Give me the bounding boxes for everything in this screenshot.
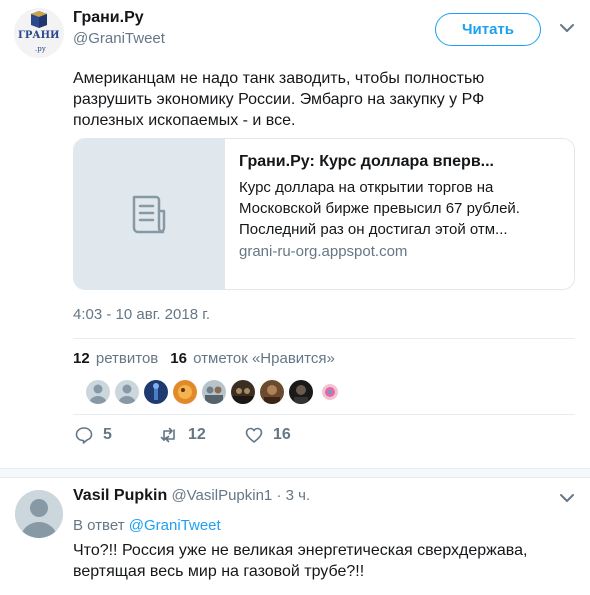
reply-more-chevron-icon[interactable] [559,490,575,506]
reply-header: Vasil Pupkin @VasilPupkin1 · 3 ч. [73,487,310,505]
likes-stat[interactable]: 16 отметок «Нравится» [170,350,335,367]
author-name[interactable]: Грани.Ру [73,9,144,27]
likes-label: отметок «Нравится» [193,350,335,367]
reply-author-name[interactable]: Vasil Pupkin [73,487,167,504]
liker-avatar[interactable] [289,380,313,404]
card-description: Курс доллара на открытии торгов на Моско… [239,179,520,238]
in-reply-to: В ответ @GraniTweet [73,517,221,534]
card-title: Грани.Ру: Курс доллара вперв... [239,153,494,170]
liker-avatar[interactable] [86,380,110,404]
reply-count: 5 [103,426,112,443]
divider [73,414,575,415]
retweet-button[interactable]: 12 [160,426,206,444]
retweets-label: ретвитов [95,350,159,367]
in-reply-prefix: В ответ [73,517,125,534]
reply-author-avatar[interactable] [15,490,63,538]
reply-time[interactable]: 3 ч. [286,487,311,504]
liker-avatar[interactable] [115,380,139,404]
reply-icon [75,427,93,444]
liker-avatar[interactable] [144,380,168,404]
tweet-timestamp[interactable]: 4:03 - 10 авг. 2018 г. [73,306,210,323]
liker-avatar[interactable] [173,380,197,404]
liker-avatar[interactable] [318,380,342,404]
likers-avatars [86,380,347,404]
avatar-logo-text: ГРАНИ [18,30,60,41]
card-domain: grani-ru-org.appspot.com [239,243,408,260]
like-button[interactable]: 16 [245,426,291,444]
heart-icon [245,427,263,443]
reply-author-handle[interactable]: @VasilPupkin1 [171,487,272,504]
tweet-actions: 5 12 16 [73,426,373,450]
liker-avatar[interactable] [260,380,284,404]
tweet-stats: 12 ретвитов 16 отметок «Нравится» [73,350,335,367]
author-handle[interactable]: @GraniTweet [73,30,165,47]
retweet-icon [160,427,175,443]
like-count: 16 [273,426,291,443]
card-thumbnail [74,139,225,289]
link-card[interactable]: Грани.Ру: Курс доллара вперв... Курс дол… [73,138,575,290]
in-reply-to-link[interactable]: @GraniTweet [129,517,221,534]
reply-button[interactable]: 5 [75,426,112,444]
section-separator [0,468,590,478]
follow-button[interactable]: Читать [435,13,541,46]
avatar-logo-sub: .ру [35,45,46,53]
likes-count: 16 [170,350,187,367]
liker-avatar[interactable] [202,380,226,404]
document-icon [132,195,166,234]
default-avatar-icon [15,490,63,538]
reply-text: Что?!! Россия уже не великая энергетичес… [73,542,528,580]
retweets-count: 12 [73,350,90,367]
tweet-text: Американцам не надо танк заводить, чтобы… [73,70,485,129]
separator-dot: · [276,487,282,504]
author-avatar[interactable]: ГРАНИ .ру [14,8,64,58]
retweet-count: 12 [188,426,206,443]
more-options-chevron-icon[interactable] [559,20,575,36]
liker-avatar[interactable] [231,380,255,404]
retweets-stat[interactable]: 12 ретвитов [73,350,158,367]
divider [73,338,575,339]
